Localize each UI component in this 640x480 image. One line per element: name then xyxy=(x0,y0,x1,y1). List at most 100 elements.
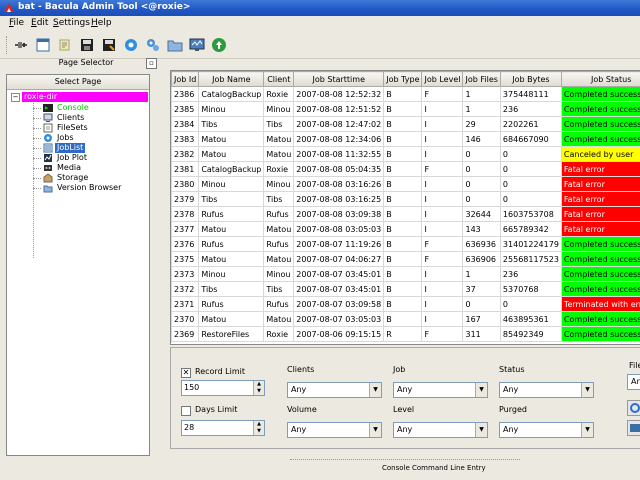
table-cell: 311 xyxy=(462,326,501,342)
table-row[interactable]: 2381 CatalogBackup Roxie 2007-08-08 05:04:3… xyxy=(171,161,640,177)
chevron-down-icon[interactable]: ▼ xyxy=(369,423,381,437)
select-page-header[interactable]: Select Page xyxy=(7,75,149,90)
column-header[interactable]: Job Name xyxy=(198,71,265,87)
table-cell: Completed successfully xyxy=(560,311,640,327)
collapse-icon[interactable]: − xyxy=(11,93,20,102)
table-cell: I xyxy=(421,101,464,117)
run-job-icon[interactable] xyxy=(56,36,74,54)
chevron-down-icon[interactable]: ▼ xyxy=(475,383,487,397)
go-icon[interactable] xyxy=(210,36,228,54)
table-row[interactable]: 2369 RestoreFiles Roxie 2007-08-06 09:15:15… xyxy=(171,326,640,342)
table-row[interactable]: 2378 Rufus Rufus 2007-08-08 03:09:38 B I 32644… xyxy=(171,206,640,222)
job-combo[interactable]: Any ▼ xyxy=(393,382,488,398)
volume-combo[interactable]: Any ▼ xyxy=(287,422,382,438)
record-limit-checkbox[interactable]: ✕ xyxy=(181,368,191,378)
monitor-icon[interactable] xyxy=(188,36,206,54)
table-row[interactable]: 2380 Minou Minou 2007-08-08 03:16:26 B I 0 0 Fat… xyxy=(171,176,640,192)
table-row[interactable]: 2372 Tibs Tibs 2007-08-07 03:45:01 B I 37 53707… xyxy=(171,281,640,297)
tree-item-jobplot[interactable]: Job Plot xyxy=(33,153,149,163)
table-cell: F xyxy=(421,251,464,267)
status-combo[interactable]: Any ▼ xyxy=(499,382,594,398)
table-cell: 2007-08-06 09:15:15 xyxy=(293,326,385,342)
menu-settings[interactable]: Settings xyxy=(53,18,90,28)
column-header[interactable]: Job Bytes xyxy=(499,71,562,87)
tree-root-director[interactable]: − roxie-dir xyxy=(11,92,148,102)
table-cell: Minou xyxy=(198,101,265,117)
table-row[interactable]: 2385 Minou Minou 2007-08-08 12:51:52 B I 1 236 C… xyxy=(171,101,640,117)
table-cell: 2383 xyxy=(171,131,200,147)
menu-edit[interactable]: Edit xyxy=(31,18,48,28)
table-cell: 2377 xyxy=(171,221,200,237)
column-header[interactable]: Job Starttime xyxy=(293,71,385,87)
table-cell: 684667090 xyxy=(499,131,562,147)
refresh-button[interactable] xyxy=(627,400,640,416)
table-row[interactable]: 2373 Minou Minou 2007-08-07 03:45:01 B I 1 236 C… xyxy=(171,266,640,282)
tree-item-version-browser[interactable]: Version Browser xyxy=(33,183,149,193)
clients-combo[interactable]: Any ▼ xyxy=(287,382,382,398)
table-row[interactable]: 2382 Matou Matou 2007-08-08 11:32:55 B I 0 0 Can… xyxy=(171,146,640,162)
table-row[interactable]: 2379 Tibs Tibs 2007-08-08 03:16:25 B I 0 0 Fatal… xyxy=(171,191,640,207)
undock-button[interactable]: ▫ xyxy=(146,58,157,69)
fileset-combo[interactable]: Any xyxy=(627,374,640,390)
column-header[interactable]: Job Status xyxy=(560,71,640,87)
column-header[interactable]: Job Files xyxy=(462,71,501,87)
tree-item-console[interactable]: Console xyxy=(33,103,149,113)
days-limit-spinbox[interactable]: 28 ▲ ▼ xyxy=(181,420,265,436)
menu-help[interactable]: Help xyxy=(91,18,112,28)
table-row[interactable]: 2377 Matou Matou 2007-08-08 03:05:03 B I 143 66… xyxy=(171,221,640,237)
level-combo[interactable]: Any ▼ xyxy=(393,422,488,438)
menu-file[interactable]: File xyxy=(9,18,24,28)
spin-arrows-icon[interactable]: ▲ ▼ xyxy=(253,381,264,395)
table-cell: RestoreFiles xyxy=(198,326,265,342)
table-cell: Roxie xyxy=(263,326,295,342)
gear-icon[interactable] xyxy=(122,36,140,54)
tree-item-filesets[interactable]: FileSets xyxy=(33,123,149,133)
tree-item-jobs[interactable]: Jobs xyxy=(33,133,149,143)
tree-item-clients[interactable]: Clients xyxy=(33,113,149,123)
table-cell: Tibs xyxy=(198,281,265,297)
table-row[interactable]: 2370 Matou Matou 2007-08-07 03:05:03 B I 167 46… xyxy=(171,311,640,327)
column-header[interactable]: Client xyxy=(263,71,295,87)
purged-combo[interactable]: Any ▼ xyxy=(499,422,594,438)
table-row[interactable]: 2376 Rufus Rufus 2007-08-07 11:19:26 B F 63693… xyxy=(171,236,640,252)
table-cell: Completed successfully xyxy=(560,326,640,342)
status-value: Any xyxy=(503,385,519,394)
connect-icon[interactable] xyxy=(12,36,30,54)
tree-branch xyxy=(33,178,41,179)
table-cell: 463895361 xyxy=(499,311,562,327)
save-icon[interactable] xyxy=(78,36,96,54)
tree-item-label: FileSets xyxy=(57,123,88,132)
dock-grip[interactable] xyxy=(290,459,520,460)
column-header[interactable]: Job Type xyxy=(383,71,423,87)
column-header[interactable]: Job Id xyxy=(171,71,200,87)
column-header[interactable]: Job Level xyxy=(421,71,464,87)
table-row[interactable]: 2386 CatalogBackup Roxie 2007-08-08 12:52:3… xyxy=(171,86,640,102)
table-cell: 0 xyxy=(462,161,501,177)
chevron-down-icon[interactable]: ▼ xyxy=(581,383,593,397)
table-row[interactable]: 2383 Matou Matou 2007-08-08 12:34:06 B I 146 68… xyxy=(171,131,640,147)
chevron-down-icon[interactable]: ▼ xyxy=(581,423,593,437)
table-cell: 1 xyxy=(462,86,501,102)
folder-icon[interactable] xyxy=(166,36,184,54)
settings-icon[interactable] xyxy=(144,36,162,54)
table-row[interactable]: 2371 Rufus Rufus 2007-08-07 03:09:58 B I 0 0 Ter… xyxy=(171,296,640,312)
days-limit-checkbox[interactable] xyxy=(181,406,191,416)
tree-item-label: Clients xyxy=(57,113,85,122)
spin-arrows-icon[interactable]: ▲ ▼ xyxy=(253,421,264,435)
tree-item-storage[interactable]: Storage xyxy=(33,173,149,183)
chevron-down-icon[interactable]: ▼ xyxy=(369,383,381,397)
tree-item-joblist[interactable]: JobList xyxy=(33,143,149,153)
table-cell: Completed successfully xyxy=(560,86,640,102)
table-cell: 2369 xyxy=(171,326,200,342)
record-limit-spinbox[interactable]: 150 ▲ ▼ xyxy=(181,380,265,396)
table-row[interactable]: 2375 Matou Matou 2007-08-07 04:06:27 B F 63690… xyxy=(171,251,640,267)
table-cell: F xyxy=(421,326,464,342)
chevron-down-icon[interactable]: ▼ xyxy=(475,423,487,437)
table-cell: 2373 xyxy=(171,266,200,282)
tree-item-media[interactable]: Media xyxy=(33,163,149,173)
table-row[interactable]: 2384 Tibs Tibs 2007-08-08 12:47:02 B I 29 22022… xyxy=(171,116,640,132)
save-as-icon[interactable] xyxy=(100,36,118,54)
toolbar-grip[interactable] xyxy=(6,36,10,54)
graph-button[interactable] xyxy=(627,420,640,436)
label-icon[interactable] xyxy=(34,36,52,54)
